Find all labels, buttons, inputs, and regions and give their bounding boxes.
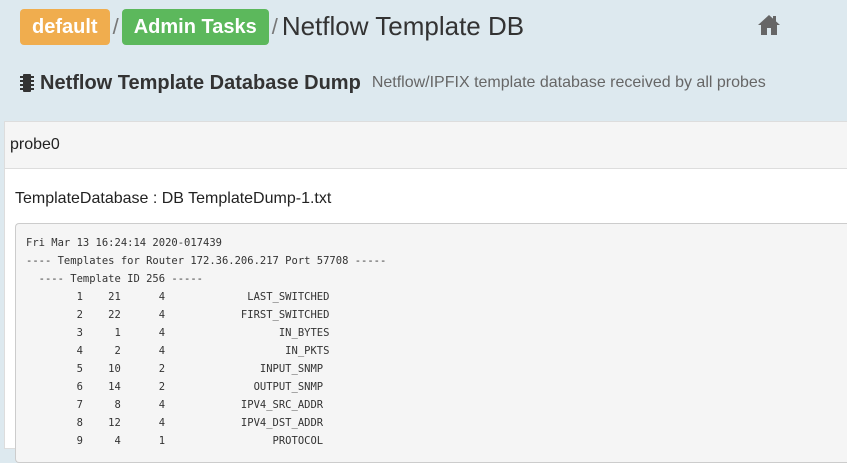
probe-panel: probe0 TemplateDatabase : DB TemplateDum…	[4, 121, 847, 463]
subtitle-description: Netflow/IPFIX template database received…	[371, 74, 766, 91]
template-dump-text: Fri Mar 13 16:24:14 2020-017439 ---- Tem…	[16, 224, 847, 450]
page-title: Netflow Template DB	[281, 11, 525, 41]
dump-line: 1 21 4 LAST_SWITCHED	[26, 291, 330, 303]
breadcrumb-default[interactable]: default	[20, 8, 110, 45]
section-title: TemplateDatabase : DB TemplateDump-1.txt	[15, 190, 332, 207]
dump-line: 5 10 2 INPUT_SNMP	[26, 363, 324, 375]
dump-line: 9 4 1 PROTOCOL	[26, 435, 324, 447]
dump-line: 4 2 4 IN_PKTS	[26, 345, 330, 357]
dump-line: 7 8 4 IPV4_SRC_ADDR	[26, 399, 324, 411]
breadcrumb: default / Admin Tasks / Netflow Template…	[20, 8, 524, 45]
chip-icon	[20, 74, 34, 92]
panel-heading: probe0	[5, 122, 847, 169]
dump-line: ---- Templates for Router 172.36.206.217…	[26, 255, 387, 267]
page-header: default / Admin Tasks / Netflow Template…	[0, 0, 847, 120]
breadcrumb-separator: /	[112, 13, 119, 39]
dump-line: 6 14 2 OUTPUT_SNMP	[26, 381, 324, 393]
subtitle-row: Netflow Template Database Dump Netflow/I…	[20, 68, 766, 98]
dump-line: 3 1 4 IN_BYTES	[26, 327, 330, 339]
dump-line: 8 12 4 IPV4_DST_ADDR	[26, 417, 324, 429]
dump-line: Fri Mar 13 16:24:14 2020-017439	[26, 237, 222, 249]
dump-line: 2 22 4 FIRST_SWITCHED	[26, 309, 330, 321]
template-dump-box[interactable]: Fri Mar 13 16:24:14 2020-017439 ---- Tem…	[15, 223, 847, 463]
home-icon[interactable]	[757, 14, 781, 36]
breadcrumb-separator: /	[271, 13, 278, 39]
subtitle-main: Netflow Template Database Dump	[40, 71, 361, 94]
breadcrumb-admin-tasks[interactable]: Admin Tasks	[121, 8, 269, 45]
dump-line: ---- Template ID 256 -----	[26, 273, 204, 285]
